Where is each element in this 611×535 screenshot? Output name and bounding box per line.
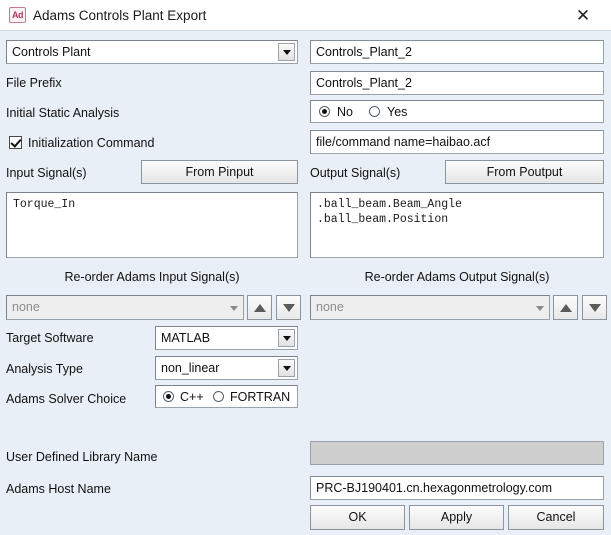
reorder-input-down-button[interactable] [276, 295, 301, 320]
output-signals-listbox[interactable]: .ball_beam.Beam_Angle .ball_beam.Positio… [310, 192, 604, 258]
reorder-output-combo[interactable]: none [310, 295, 550, 320]
reorder-output-combo-value: none [316, 300, 344, 314]
user-defined-library-name-label: User Defined Library Name [6, 450, 157, 465]
target-software-combo[interactable]: MATLAB [155, 326, 298, 350]
reorder-input-title: Re-order Adams Input Signal(s) [6, 270, 298, 284]
reorder-input-combo[interactable]: none [6, 295, 244, 320]
analysis-type-combo[interactable]: non_linear [155, 356, 298, 380]
initialization-command-label: Initialization Command [28, 136, 154, 151]
initial-static-analysis-label: Initial Static Analysis [6, 106, 119, 121]
static-analysis-radio-yes[interactable] [369, 106, 380, 117]
window-title: Adams Controls Plant Export [33, 7, 206, 24]
initial-static-analysis-radio-group: No Yes [310, 100, 604, 123]
analysis-type-label: Analysis Type [6, 362, 83, 377]
reorder-output-down-button[interactable] [582, 295, 607, 320]
adams-solver-choice-radio-group: C++ FORTRAN [155, 385, 298, 408]
initialization-command-checkbox[interactable] [9, 136, 22, 149]
adams-host-name-input[interactable]: PRC-BJ190401.cn.hexagonmetrology.com [310, 476, 604, 500]
arrow-up-icon [254, 304, 266, 312]
chevron-down-icon[interactable] [533, 298, 547, 317]
list-item[interactable]: .ball_beam.Beam_Angle [317, 197, 597, 212]
reorder-input-up-button[interactable] [247, 295, 272, 320]
file-prefix-input[interactable]: Controls_Plant_2 [310, 71, 604, 95]
input-signals-listbox[interactable]: Torque_In [6, 192, 298, 258]
controls-plant-combo-value: Controls Plant [12, 45, 91, 59]
solver-radio-cpp-label: C++ [180, 390, 204, 405]
apply-button[interactable]: Apply [409, 505, 504, 530]
chevron-down-icon[interactable] [227, 298, 241, 317]
from-pinput-button[interactable]: From Pinput [141, 160, 298, 184]
static-analysis-radio-yes-label: Yes [387, 105, 407, 120]
solver-radio-cpp[interactable] [163, 391, 174, 402]
plant-name-input[interactable]: Controls_Plant_2 [310, 40, 604, 64]
initialization-command-input[interactable]: file/command name=haibao.acf [310, 130, 604, 154]
list-item[interactable]: Torque_In [13, 197, 291, 212]
output-signals-label: Output Signal(s) [310, 166, 400, 181]
arrow-down-icon [589, 304, 601, 312]
chevron-down-icon[interactable] [278, 43, 295, 61]
reorder-output-up-button[interactable] [553, 295, 578, 320]
adams-host-name-label: Adams Host Name [6, 482, 111, 497]
chevron-down-icon[interactable] [278, 359, 295, 377]
reorder-input-combo-value: none [12, 300, 40, 314]
input-signals-label: Input Signal(s) [6, 166, 87, 181]
chevron-down-icon[interactable] [278, 329, 295, 347]
controls-plant-combo[interactable]: Controls Plant [6, 40, 298, 64]
target-software-label: Target Software [6, 331, 94, 346]
arrow-down-icon [283, 304, 295, 312]
ok-button[interactable]: OK [310, 505, 405, 530]
static-analysis-radio-no-label: No [337, 105, 353, 120]
reorder-output-title: Re-order Adams Output Signal(s) [310, 270, 604, 284]
file-prefix-label: File Prefix [6, 76, 62, 91]
adams-controls-plant-export-dialog: Ad Adams Controls Plant Export ✕ Control… [0, 0, 611, 535]
adams-app-icon: Ad [9, 7, 26, 23]
analysis-type-combo-value: non_linear [161, 361, 219, 375]
target-software-combo-value: MATLAB [161, 331, 210, 345]
title-bar: Ad Adams Controls Plant Export ✕ [0, 0, 611, 31]
static-analysis-radio-no[interactable] [319, 106, 330, 117]
solver-radio-fortran[interactable] [213, 391, 224, 402]
arrow-up-icon [560, 304, 572, 312]
adams-solver-choice-label: Adams Solver Choice [6, 392, 126, 407]
list-item[interactable]: .ball_beam.Position [317, 212, 597, 227]
from-poutput-button[interactable]: From Poutput [445, 160, 604, 184]
cancel-button[interactable]: Cancel [508, 505, 604, 530]
user-defined-library-name-input[interactable] [310, 441, 604, 465]
close-icon[interactable]: ✕ [565, 0, 601, 31]
solver-radio-fortran-label: FORTRAN [230, 390, 290, 405]
